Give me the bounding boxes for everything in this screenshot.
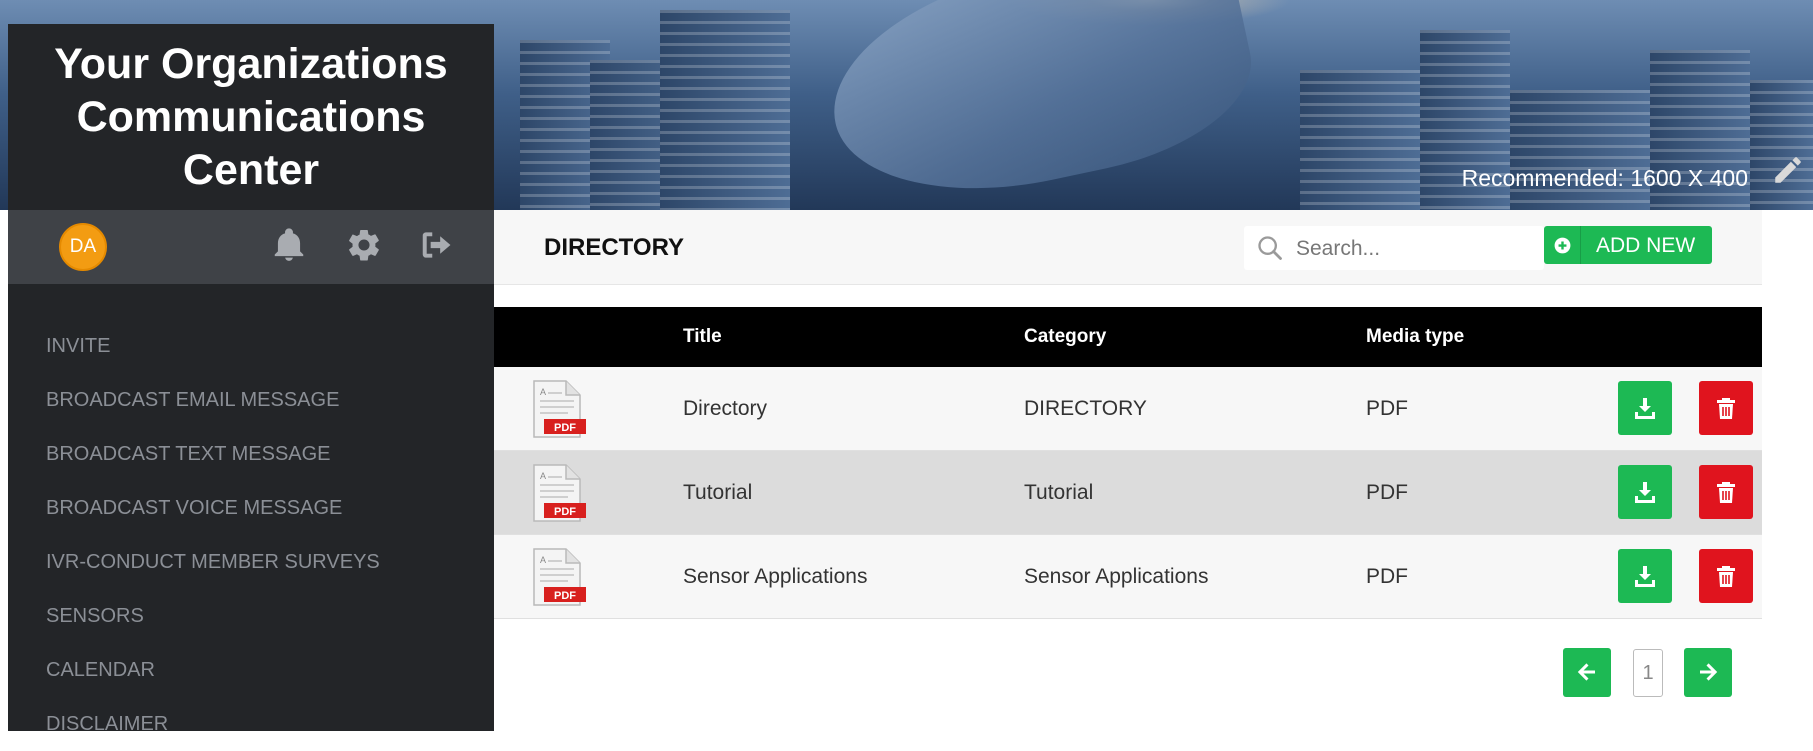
delete-button[interactable] [1699,465,1753,519]
trash-icon [1717,566,1735,587]
avatar[interactable]: DA [59,223,107,271]
trash-icon [1717,398,1735,419]
table-row: A PDF Directory DIRECTORY PDF [494,367,1762,451]
sidebar-item-sensors[interactable]: SENSORS [8,589,494,643]
page-title: DIRECTORY [544,234,685,261]
sidebar-item-disclaimer[interactable]: DISCLAIMER [8,697,494,751]
pencil-icon[interactable] [1771,153,1805,187]
org-title-line: Communications [76,93,426,141]
cell-category: Sensor Applications [1024,565,1209,588]
delete-button[interactable] [1699,549,1753,603]
download-button[interactable] [1618,549,1672,603]
pdf-file-icon: A PDF [533,548,586,606]
add-new-button[interactable]: ADD NEW [1544,226,1712,264]
logout-icon[interactable] [418,226,456,264]
trash-icon [1717,482,1735,503]
download-icon [1635,482,1655,503]
download-button[interactable] [1618,465,1672,519]
current-page-indicator[interactable]: 1 [1633,649,1663,697]
banner-hand-image [812,0,1268,210]
table-row: A PDF Tutorial Tutorial PDF [494,451,1762,535]
cell-media-type: PDF [1366,481,1408,504]
download-button[interactable] [1618,381,1672,435]
pdf-badge-label: PDF [554,422,576,434]
sidebar-item-broadcast-email[interactable]: BROADCAST EMAIL MESSAGE [8,373,494,427]
gear-icon[interactable] [345,226,383,264]
cell-title: Directory [683,397,768,420]
cell-media-type: PDF [1366,397,1408,420]
column-header-title[interactable]: Title [683,326,722,348]
next-page-button[interactable] [1684,648,1732,697]
download-icon [1635,566,1655,587]
page-header: DIRECTORY ADD NEW [494,210,1762,285]
svg-text:A: A [540,471,546,481]
column-header-category[interactable]: Category [1024,326,1106,348]
sidebar-item-broadcast-voice[interactable]: BROADCAST VOICE MESSAGE [8,481,494,535]
sidebar-item-broadcast-text[interactable]: BROADCAST TEXT MESSAGE [8,427,494,481]
plus-circle-icon [1544,226,1581,264]
cell-category: DIRECTORY [1024,397,1147,420]
svg-text:A: A [540,387,546,397]
search-box [1244,226,1544,272]
sidebar-item-ivr-surveys[interactable]: IVR-CONDUCT MEMBER SURVEYS [8,535,494,589]
pdf-badge-label: PDF [554,506,576,518]
org-title-line: Center [182,146,320,194]
add-new-label: ADD NEW [1596,234,1696,257]
pdf-file-icon: A PDF [533,464,586,522]
download-icon [1635,398,1655,419]
delete-button[interactable] [1699,381,1753,435]
org-title-line: Your Organizations [54,40,448,88]
table-header: Title Category Media type [494,307,1762,367]
sidebar-item-calendar[interactable]: CALENDAR [8,643,494,697]
previous-page-button[interactable] [1563,648,1611,697]
search-icon [1258,236,1282,260]
org-title: Your Organizations Communications Center [8,24,494,210]
arrow-right-icon [1700,663,1718,681]
pdf-file-icon: A PDF [533,380,586,438]
column-header-media-type[interactable]: Media type [1366,326,1464,348]
user-toolbar: DA [8,210,494,284]
arrow-left-icon [1577,663,1595,681]
table-row: A PDF Sensor Applications Sensor Applica… [494,535,1762,619]
sidebar-nav: INVITE BROADCAST EMAIL MESSAGE BROADCAST… [8,284,494,751]
banner-size-hint: Recommended: 1600 X 400 [1461,165,1748,191]
sidebar-item-invite[interactable]: INVITE [8,319,494,373]
cell-title: Sensor Applications [683,565,868,588]
cell-category: Tutorial [1024,481,1094,504]
directory-table: Title Category Media type A PDF Director… [494,307,1762,619]
sidebar: Your Organizations Communications Center… [8,24,494,735]
cell-title: Tutorial [683,481,753,504]
svg-text:A: A [540,555,546,565]
bell-icon[interactable] [270,226,308,264]
pdf-badge-label: PDF [554,590,576,602]
search-input[interactable] [1294,226,1538,272]
cell-media-type: PDF [1366,565,1408,588]
